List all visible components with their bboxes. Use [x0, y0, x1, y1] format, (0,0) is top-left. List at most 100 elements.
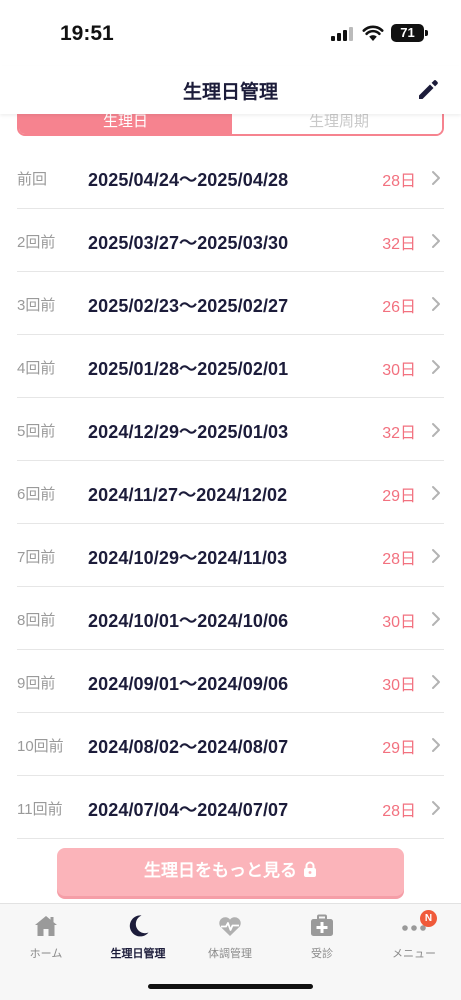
period-label: 前回 — [17, 171, 48, 188]
tab-condition-label: 体調管理 — [208, 948, 252, 960]
medical-kit-icon — [311, 914, 333, 936]
cycle-days-value: 32 — [382, 236, 400, 253]
cycle-days: 32日 — [382, 419, 416, 443]
tab-condition[interactable]: 体調管理 — [184, 912, 276, 970]
cycle-days: 30日 — [382, 608, 416, 632]
period-range: 2024/10/29〜2024/11/03 — [88, 548, 288, 568]
chevron-right-icon — [432, 549, 440, 563]
period-label: 5回前 — [17, 423, 56, 440]
heart-pulse-icon — [219, 917, 241, 936]
home-icon — [35, 916, 57, 936]
cycle-days-unit: 日 — [399, 803, 416, 820]
cycle-days-unit: 日 — [399, 740, 416, 757]
cycle-days-unit: 日 — [399, 677, 416, 694]
period-row[interactable]: 9回前 2024/09/01〜2024/09/06 30日 — [17, 650, 444, 713]
period-row[interactable]: 10回前 2024/08/02〜2024/08/07 29日 — [17, 713, 444, 776]
period-label: 9回前 — [17, 675, 56, 692]
cycle-days-unit: 日 — [399, 614, 416, 631]
period-row[interactable]: 6回前 2024/11/27〜2024/12/02 29日 — [17, 461, 444, 524]
period-range: 2024/11/27〜2024/12/02 — [88, 485, 288, 505]
chevron-right-icon — [432, 612, 440, 626]
chevron-right-icon — [432, 234, 440, 248]
cycle-days-unit: 日 — [399, 236, 416, 253]
signal-icon — [331, 27, 353, 41]
period-label: 11回前 — [17, 801, 63, 818]
period-list: 前回 2025/04/24〜2025/04/28 28日 2回前 2025/03… — [17, 146, 444, 839]
battery-nub — [425, 30, 428, 36]
period-label: 3回前 — [17, 297, 56, 314]
cycle-days-value: 26 — [382, 299, 400, 316]
cycle-days: 30日 — [382, 356, 416, 380]
chevron-right-icon — [432, 486, 440, 500]
chevron-right-icon — [432, 297, 440, 311]
cycle-days: 28日 — [382, 545, 416, 569]
cycle-days: 30日 — [382, 671, 416, 695]
pencil-icon[interactable] — [414, 76, 442, 104]
status-time: 19:51 — [60, 22, 114, 45]
period-range: 2024/09/01〜2024/09/06 — [88, 674, 289, 694]
moon-icon — [129, 915, 149, 937]
tab-menu[interactable]: N メニュー — [368, 910, 460, 970]
cycle-days-unit: 日 — [399, 362, 416, 379]
tab-home[interactable]: ホーム — [0, 912, 92, 970]
cycle-days: 29日 — [382, 482, 416, 506]
period-row[interactable]: 4回前 2025/01/28〜2025/02/01 30日 — [17, 335, 444, 398]
chevron-right-icon — [432, 738, 440, 752]
page-title: 生理日管理 — [182, 82, 278, 103]
period-label: 2回前 — [17, 234, 56, 251]
cycle-days: 28日 — [382, 797, 416, 821]
cycle-days-unit: 日 — [399, 299, 416, 316]
chevron-right-icon — [432, 801, 440, 815]
wifi-icon — [362, 25, 384, 41]
cycle-days-value: 30 — [382, 677, 400, 694]
period-range: 2025/04/24〜2025/04/28 — [88, 170, 289, 190]
lock-icon — [304, 861, 316, 877]
tab-consultation[interactable]: 受診 — [276, 912, 368, 970]
period-range: 2025/03/27〜2025/03/30 — [88, 233, 289, 253]
period-range: 2024/10/01〜2024/10/06 — [88, 611, 289, 631]
cycle-days-unit: 日 — [399, 551, 416, 568]
period-label: 8回前 — [17, 612, 56, 629]
period-range: 2024/08/02〜2024/08/07 — [88, 737, 289, 757]
period-row[interactable]: 8回前 2024/10/01〜2024/10/06 30日 — [17, 587, 444, 650]
chevron-right-icon — [432, 360, 440, 374]
see-more-label: 生理日をもっと見る — [144, 861, 297, 880]
cycle-days-value: 30 — [382, 614, 400, 631]
period-label: 10回前 — [17, 738, 64, 755]
cycle-days: 32日 — [382, 230, 416, 254]
cycle-days: 29日 — [382, 734, 416, 758]
period-label: 6回前 — [17, 486, 56, 503]
cycle-days-unit: 日 — [399, 173, 416, 190]
tab-home-label: ホーム — [29, 948, 63, 960]
chevron-right-icon — [432, 675, 440, 689]
see-more-button[interactable]: 生理日をもっと見る — [57, 848, 404, 896]
cycle-days-value: 28 — [382, 173, 400, 190]
period-row[interactable]: 5回前 2024/12/29〜2025/01/03 32日 — [17, 398, 444, 461]
cycle-days-unit: 日 — [399, 425, 416, 442]
home-indicator — [148, 984, 313, 989]
chevron-right-icon — [432, 423, 440, 437]
period-label: 7回前 — [17, 549, 56, 566]
period-range: 2024/12/29〜2025/01/03 — [88, 422, 289, 442]
screen: 19:51 71 生理日管理 生理日 生理周期 前回 2025/04/24〜20… — [0, 0, 461, 1000]
cycle-days-value: 28 — [382, 803, 400, 820]
tab-consultation-label: 受診 — [311, 948, 333, 960]
period-row[interactable]: 11回前 2024/07/04〜2024/07/07 28日 — [17, 776, 444, 839]
cycle-days-value: 28 — [382, 551, 400, 568]
period-range: 2025/01/28〜2025/02/01 — [88, 359, 289, 379]
period-row[interactable]: 3回前 2025/02/23〜2025/02/27 26日 — [17, 272, 444, 335]
period-row[interactable]: 7回前 2024/10/29〜2024/11/03 28日 — [17, 524, 444, 587]
cycle-days-value: 32 — [382, 425, 400, 442]
period-row[interactable]: 2回前 2025/03/27〜2025/03/30 32日 — [17, 209, 444, 272]
tab-menu-label: メニュー — [392, 948, 436, 960]
status-bar: 19:51 71 — [0, 0, 461, 66]
period-row[interactable]: 前回 2025/04/24〜2025/04/28 28日 — [17, 146, 444, 209]
chevron-right-icon — [432, 171, 440, 185]
period-range: 2025/02/23〜2025/02/27 — [88, 296, 289, 316]
header: 生理日管理 — [0, 66, 461, 114]
cycle-days-value: 30 — [382, 362, 400, 379]
period-range: 2024/07/04〜2024/07/07 — [88, 800, 289, 820]
tab-period-management-label: 生理日管理 — [110, 948, 166, 960]
battery-icon: 71 — [391, 24, 424, 42]
tab-period-management[interactable]: 生理日管理 — [92, 912, 184, 970]
